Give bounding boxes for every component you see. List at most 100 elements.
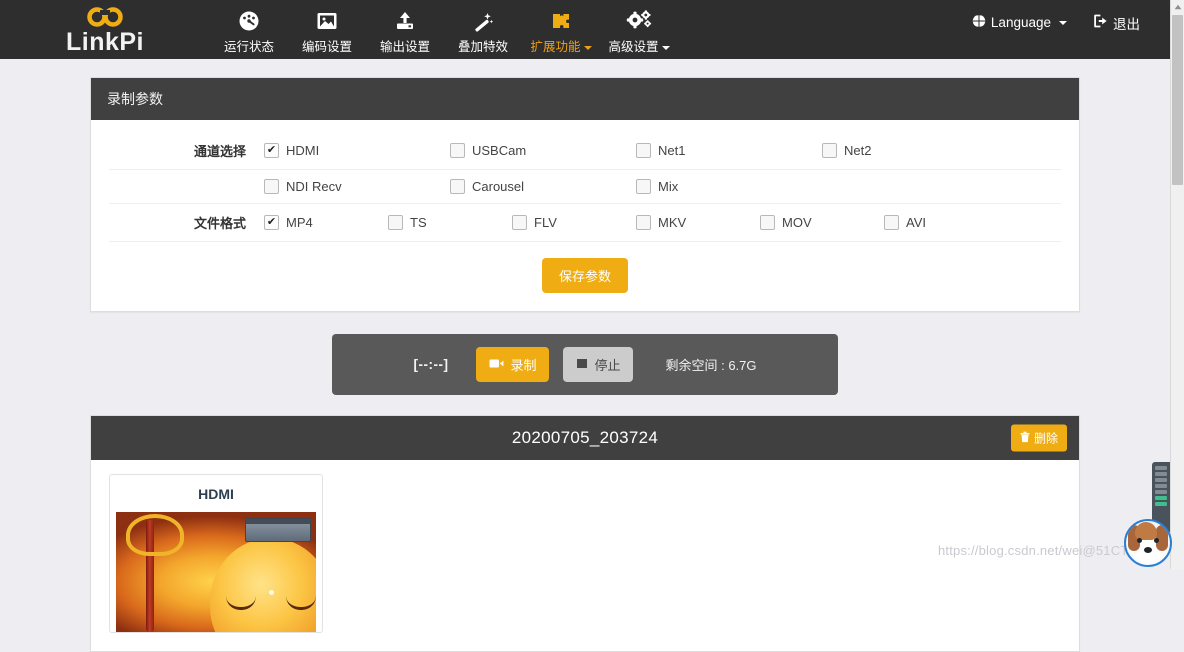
checkbox-label: AVI bbox=[906, 215, 926, 230]
widget-line bbox=[1155, 484, 1167, 488]
checkbox-box[interactable] bbox=[450, 143, 465, 158]
page-content: 录制参数 通道选择 ✔ HDMI USBCam Net1 Net2 NDI Re… bbox=[0, 77, 1170, 652]
nav-item-overlay-effects[interactable]: 叠加特效 bbox=[444, 5, 522, 55]
checkbox-box[interactable]: ✔ bbox=[264, 215, 279, 230]
checkbox-label: Net2 bbox=[844, 143, 872, 158]
widget-line bbox=[1155, 466, 1167, 470]
logout-icon bbox=[1093, 14, 1108, 31]
checkbox-box[interactable] bbox=[388, 215, 403, 230]
panel-title: 录制参数 bbox=[91, 78, 1079, 120]
checkbox-flv[interactable]: FLV bbox=[512, 215, 636, 230]
checkbox-label: NDI Recv bbox=[286, 179, 342, 194]
language-label: Language bbox=[990, 15, 1051, 30]
delete-button[interactable]: 删除 bbox=[1010, 424, 1067, 452]
checkbox-net2[interactable]: Net2 bbox=[822, 143, 1008, 158]
panel-body: 通道选择 ✔ HDMI USBCam Net1 Net2 NDI Recv Ca… bbox=[91, 120, 1079, 311]
checkbox-mov[interactable]: MOV bbox=[760, 215, 884, 230]
nav-item-encoding-settings[interactable]: 编码设置 bbox=[288, 5, 366, 55]
scrollbar-thumb[interactable] bbox=[1172, 15, 1183, 185]
nav-items: 运行状态 编码设置 输出设置 叠加特效 扩展功能 高级设置 bbox=[210, 0, 678, 59]
channel-select-label: 通道选择 bbox=[193, 144, 246, 159]
stop-button[interactable]: 停止 bbox=[563, 347, 634, 382]
checkbox-box[interactable] bbox=[636, 215, 651, 230]
stop-square-icon bbox=[576, 357, 588, 372]
widget-line-active bbox=[1155, 502, 1167, 506]
checkbox-label: USBCam bbox=[472, 143, 527, 158]
delete-button-label: 删除 bbox=[1033, 431, 1058, 446]
recorded-file-header: 20200705_203724 删除 bbox=[91, 416, 1079, 460]
file-format-checkbox-group: ✔ MP4 TS FLV MKV MOV AVI bbox=[264, 215, 1061, 230]
remaining-space-text: 剩余空间 : 6.7G bbox=[665, 358, 757, 373]
brand-logo[interactable]: LinkPi bbox=[0, 0, 210, 59]
file-format-row: 文件格式 ✔ MP4 TS FLV MKV MOV AVI bbox=[109, 204, 1061, 242]
nav-item-label: 扩展功能 bbox=[530, 36, 592, 55]
checkbox-ndi-recv[interactable]: NDI Recv bbox=[264, 179, 450, 194]
channel-checkbox-group-1: ✔ HDMI USBCam Net1 Net2 bbox=[264, 143, 1061, 158]
buddha-forehead-dot bbox=[269, 590, 274, 595]
checkbox-box[interactable]: ✔ bbox=[264, 143, 279, 158]
widget-line bbox=[1155, 472, 1167, 476]
nav-item-label: 高级设置 bbox=[608, 36, 670, 55]
checkbox-box[interactable] bbox=[760, 215, 775, 230]
nav-item-text: 高级设置 bbox=[608, 40, 659, 54]
nav-item-running-status[interactable]: 运行状态 bbox=[210, 5, 288, 55]
checkbox-label: FLV bbox=[534, 215, 557, 230]
dog-nose bbox=[1144, 547, 1152, 553]
thumbnail-card-hdmi[interactable]: HDMI bbox=[109, 474, 323, 633]
dog-eye-left bbox=[1137, 538, 1142, 543]
widget-line-active bbox=[1155, 496, 1167, 500]
checkbox-net1[interactable]: Net1 bbox=[636, 143, 822, 158]
logout-button[interactable]: 退出 bbox=[1093, 13, 1140, 33]
widget-line bbox=[1155, 490, 1167, 494]
page-scrollbar[interactable] bbox=[1170, 0, 1184, 569]
nav-right-actions: Language 退出 bbox=[969, 0, 1170, 59]
check-mark-icon: ✔ bbox=[266, 215, 277, 228]
video-camera-icon bbox=[489, 357, 504, 372]
nav-item-extended-functions[interactable]: 扩展功能 bbox=[522, 5, 600, 55]
watermark-text: https://blog.csdn.net/wei@51CTO bbox=[938, 543, 1139, 558]
checkbox-box[interactable] bbox=[264, 179, 279, 194]
checkbox-ts[interactable]: TS bbox=[388, 215, 512, 230]
nav-item-label: 输出设置 bbox=[379, 40, 430, 54]
save-button-container: 保存参数 bbox=[109, 242, 1061, 293]
checkbox-label: HDMI bbox=[286, 143, 320, 158]
thumbnail-preview-image[interactable] bbox=[116, 512, 316, 632]
channel-select-row-1: 通道选择 ✔ HDMI USBCam Net1 Net2 bbox=[109, 132, 1061, 170]
checkbox-mix[interactable]: Mix bbox=[636, 179, 822, 194]
widget-line bbox=[1155, 478, 1167, 482]
record-button[interactable]: 录制 bbox=[476, 347, 550, 382]
dog-avatar-icon[interactable] bbox=[1124, 519, 1172, 567]
puzzle-icon bbox=[549, 9, 573, 33]
nav-item-output-settings[interactable]: 输出设置 bbox=[366, 5, 444, 55]
checkbox-mp4[interactable]: ✔ MP4 bbox=[264, 215, 388, 230]
nav-item-label: 叠加特效 bbox=[457, 40, 508, 54]
checkbox-mkv[interactable]: MKV bbox=[636, 215, 760, 230]
scroll-up-arrow-icon[interactable] bbox=[1171, 0, 1184, 14]
top-navigation-bar: LinkPi 运行状态 编码设置 输出设置 叠加特效 扩展功能 高级设置 Lan… bbox=[0, 0, 1170, 59]
checkbox-label: MP4 bbox=[286, 215, 313, 230]
checkbox-box[interactable] bbox=[822, 143, 837, 158]
checkbox-avi[interactable]: AVI bbox=[884, 215, 1008, 230]
check-mark-icon: ✔ bbox=[266, 143, 277, 156]
checkbox-box[interactable] bbox=[636, 143, 651, 158]
chevron-down-icon bbox=[1059, 20, 1067, 25]
save-params-button[interactable]: 保存参数 bbox=[541, 258, 628, 293]
checkbox-label: MOV bbox=[782, 215, 812, 230]
checkbox-hdmi[interactable]: ✔ HDMI bbox=[264, 143, 450, 158]
checkbox-box[interactable] bbox=[512, 215, 527, 230]
language-selector[interactable]: Language bbox=[969, 14, 1067, 31]
checkbox-usbcam[interactable]: USBCam bbox=[450, 143, 636, 158]
checkbox-box[interactable] bbox=[450, 179, 465, 194]
thumbnail-title: HDMI bbox=[198, 486, 234, 502]
chain-link-icon bbox=[82, 6, 128, 29]
gauge-icon bbox=[237, 9, 261, 33]
recorded-file-title: 20200705_203724 bbox=[511, 428, 659, 447]
logout-label: 退出 bbox=[1113, 16, 1140, 32]
checkbox-label: TS bbox=[410, 215, 427, 230]
checkbox-box[interactable] bbox=[636, 179, 651, 194]
nav-item-text: 扩展功能 bbox=[530, 40, 581, 54]
checkbox-box[interactable] bbox=[884, 215, 899, 230]
checkbox-carousel[interactable]: Carousel bbox=[450, 179, 636, 194]
checkbox-label: Mix bbox=[658, 179, 679, 194]
nav-item-advanced-settings[interactable]: 高级设置 bbox=[600, 5, 678, 55]
